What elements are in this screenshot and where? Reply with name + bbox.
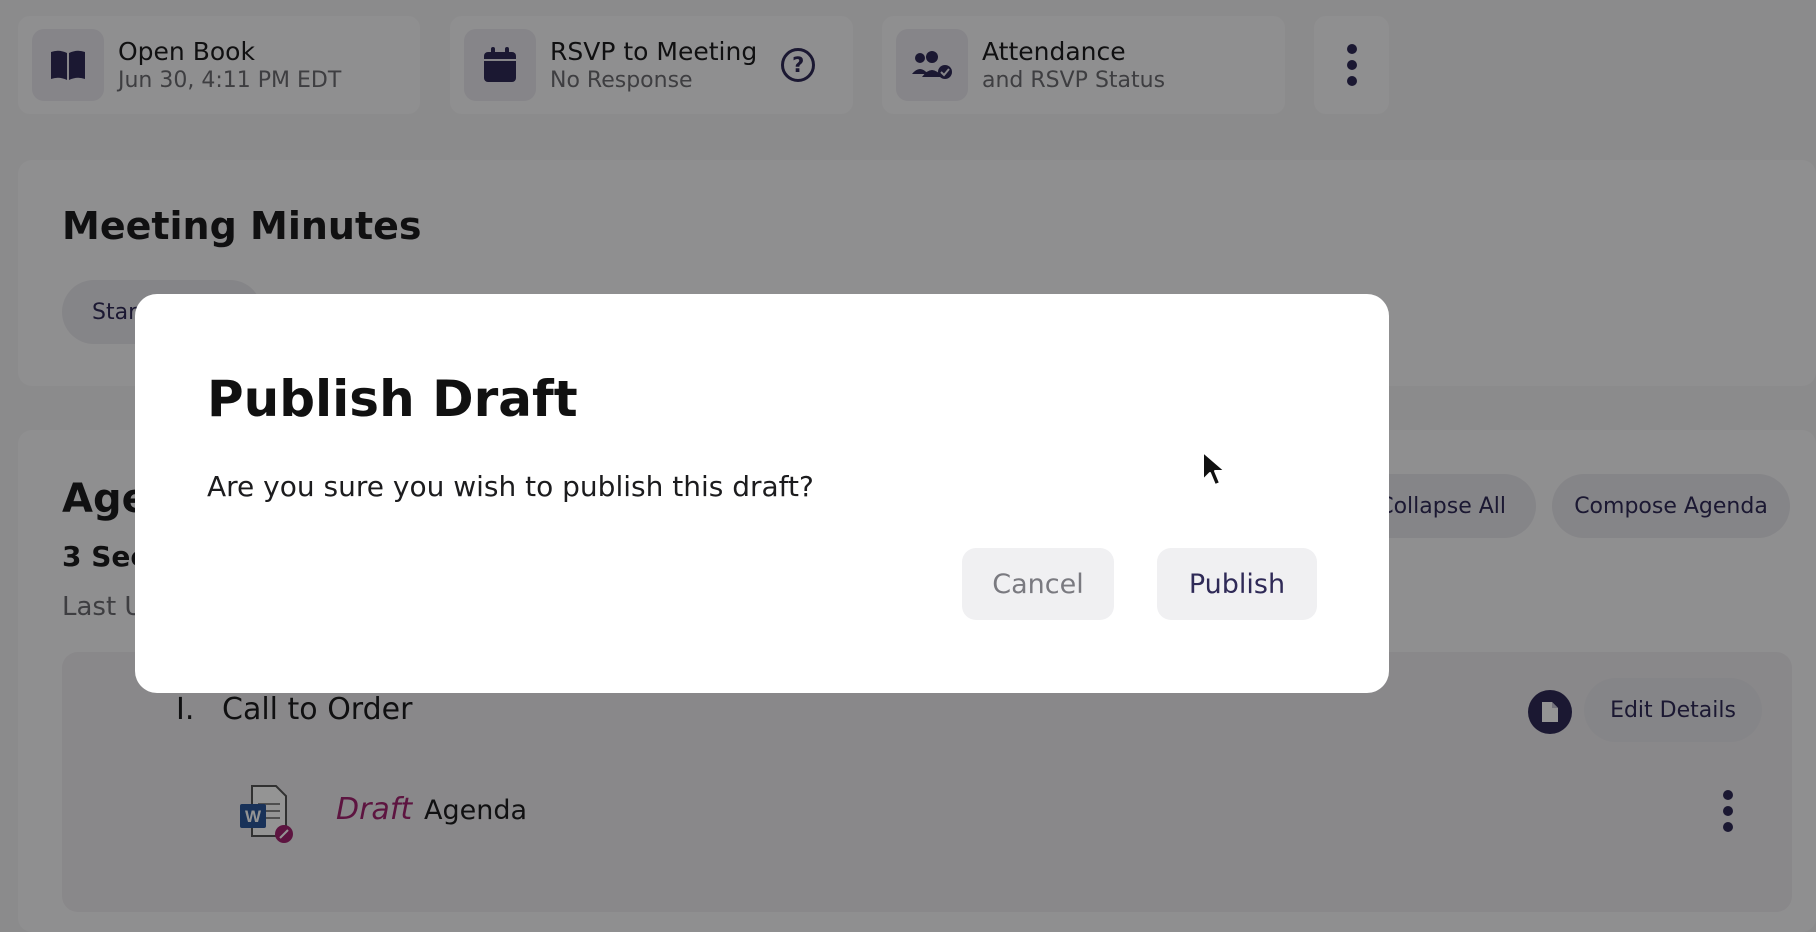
dialog-title: Publish Draft [207,370,578,428]
cancel-button[interactable]: Cancel [962,548,1114,620]
publish-button[interactable]: Publish [1157,548,1317,620]
publish-draft-dialog: Publish Draft Are you sure you wish to p… [135,294,1389,693]
dialog-message: Are you sure you wish to publish this dr… [207,470,814,503]
mouse-cursor-icon [1202,451,1226,486]
meeting-page: Open Book Jun 30, 4:11 PM EDT RSVP to Me… [0,0,1816,932]
